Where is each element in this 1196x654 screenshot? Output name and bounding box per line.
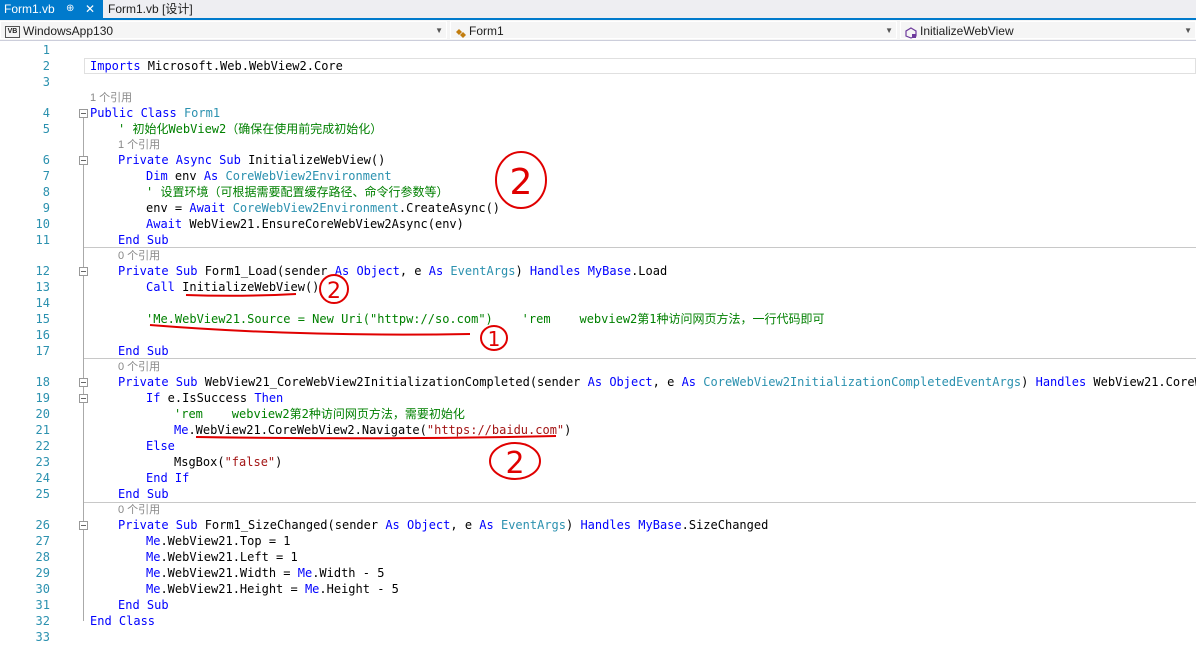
annotation-circle-2-small: 2 (319, 274, 349, 304)
annotation-underline (149, 324, 471, 336)
annotation-overlay: 2 2 1 2 (149, 151, 557, 481)
annotation-circle-2-bottom: 2 (489, 442, 541, 481)
annotation-underline (195, 435, 557, 440)
annotation-circle-1: 1 (480, 325, 508, 351)
svg-text:1: 1 (488, 327, 501, 351)
annotation-circle-2: 2 (495, 151, 547, 209)
svg-text:2: 2 (327, 279, 341, 304)
annotation-underline (185, 293, 297, 297)
svg-text:2: 2 (510, 162, 533, 203)
svg-text:2: 2 (505, 446, 524, 481)
